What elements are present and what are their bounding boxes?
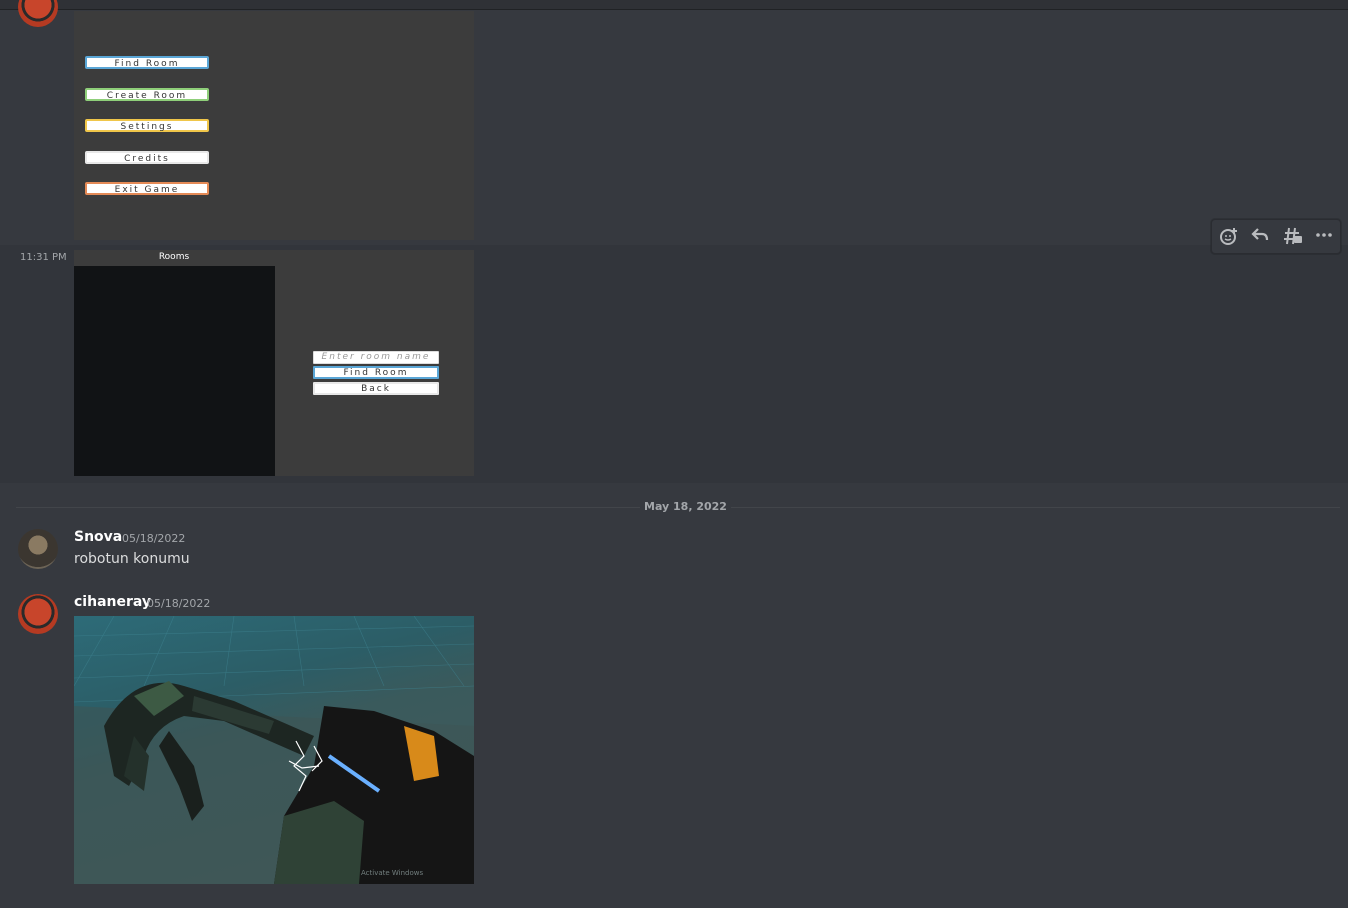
menu-create-room-button: Create Room bbox=[85, 88, 209, 101]
menu-exit-game-button: Exit Game bbox=[85, 182, 209, 195]
username[interactable]: Snova bbox=[74, 529, 122, 545]
menu-settings-button: Settings bbox=[85, 119, 209, 132]
create-thread-icon[interactable] bbox=[1282, 226, 1304, 248]
rooms-list-panel bbox=[74, 266, 275, 476]
menu-find-room-button: Find Room bbox=[85, 56, 209, 69]
reply-icon[interactable] bbox=[1249, 226, 1271, 248]
message-timestamp[interactable]: 11:31 PM bbox=[20, 252, 67, 263]
rooms-title: Rooms bbox=[158, 252, 190, 262]
message-date[interactable]: 05/18/2022 bbox=[147, 597, 210, 610]
avatar[interactable] bbox=[18, 0, 58, 27]
message-actions-toolbar bbox=[1211, 219, 1341, 254]
message-text: robotun konumu bbox=[74, 551, 190, 567]
rooms-find-room-button: Find Room bbox=[313, 366, 439, 379]
rooms-back-button: Back bbox=[313, 382, 439, 395]
message-date[interactable]: 05/18/2022 bbox=[122, 532, 185, 545]
add-reaction-icon[interactable] bbox=[1218, 226, 1240, 248]
avatar[interactable] bbox=[18, 529, 58, 569]
top-divider bbox=[0, 0, 1348, 10]
date-divider-label: May 18, 2022 bbox=[640, 500, 731, 513]
image-attachment-rooms[interactable]: Rooms Enter room name Find Room Back bbox=[74, 250, 474, 476]
activate-windows-watermark: Activate Windows bbox=[361, 869, 424, 877]
image-attachment-game-screenshot[interactable]: Activate Windows bbox=[74, 616, 474, 884]
more-icon[interactable] bbox=[1313, 226, 1335, 248]
username[interactable]: cihaneray bbox=[74, 594, 151, 610]
avatar[interactable] bbox=[18, 594, 58, 634]
menu-credits-button: Credits bbox=[85, 151, 209, 164]
image-attachment-main-menu[interactable]: Find Room Create Room Settings Credits E… bbox=[74, 11, 474, 240]
room-name-input: Enter room name bbox=[313, 351, 439, 364]
